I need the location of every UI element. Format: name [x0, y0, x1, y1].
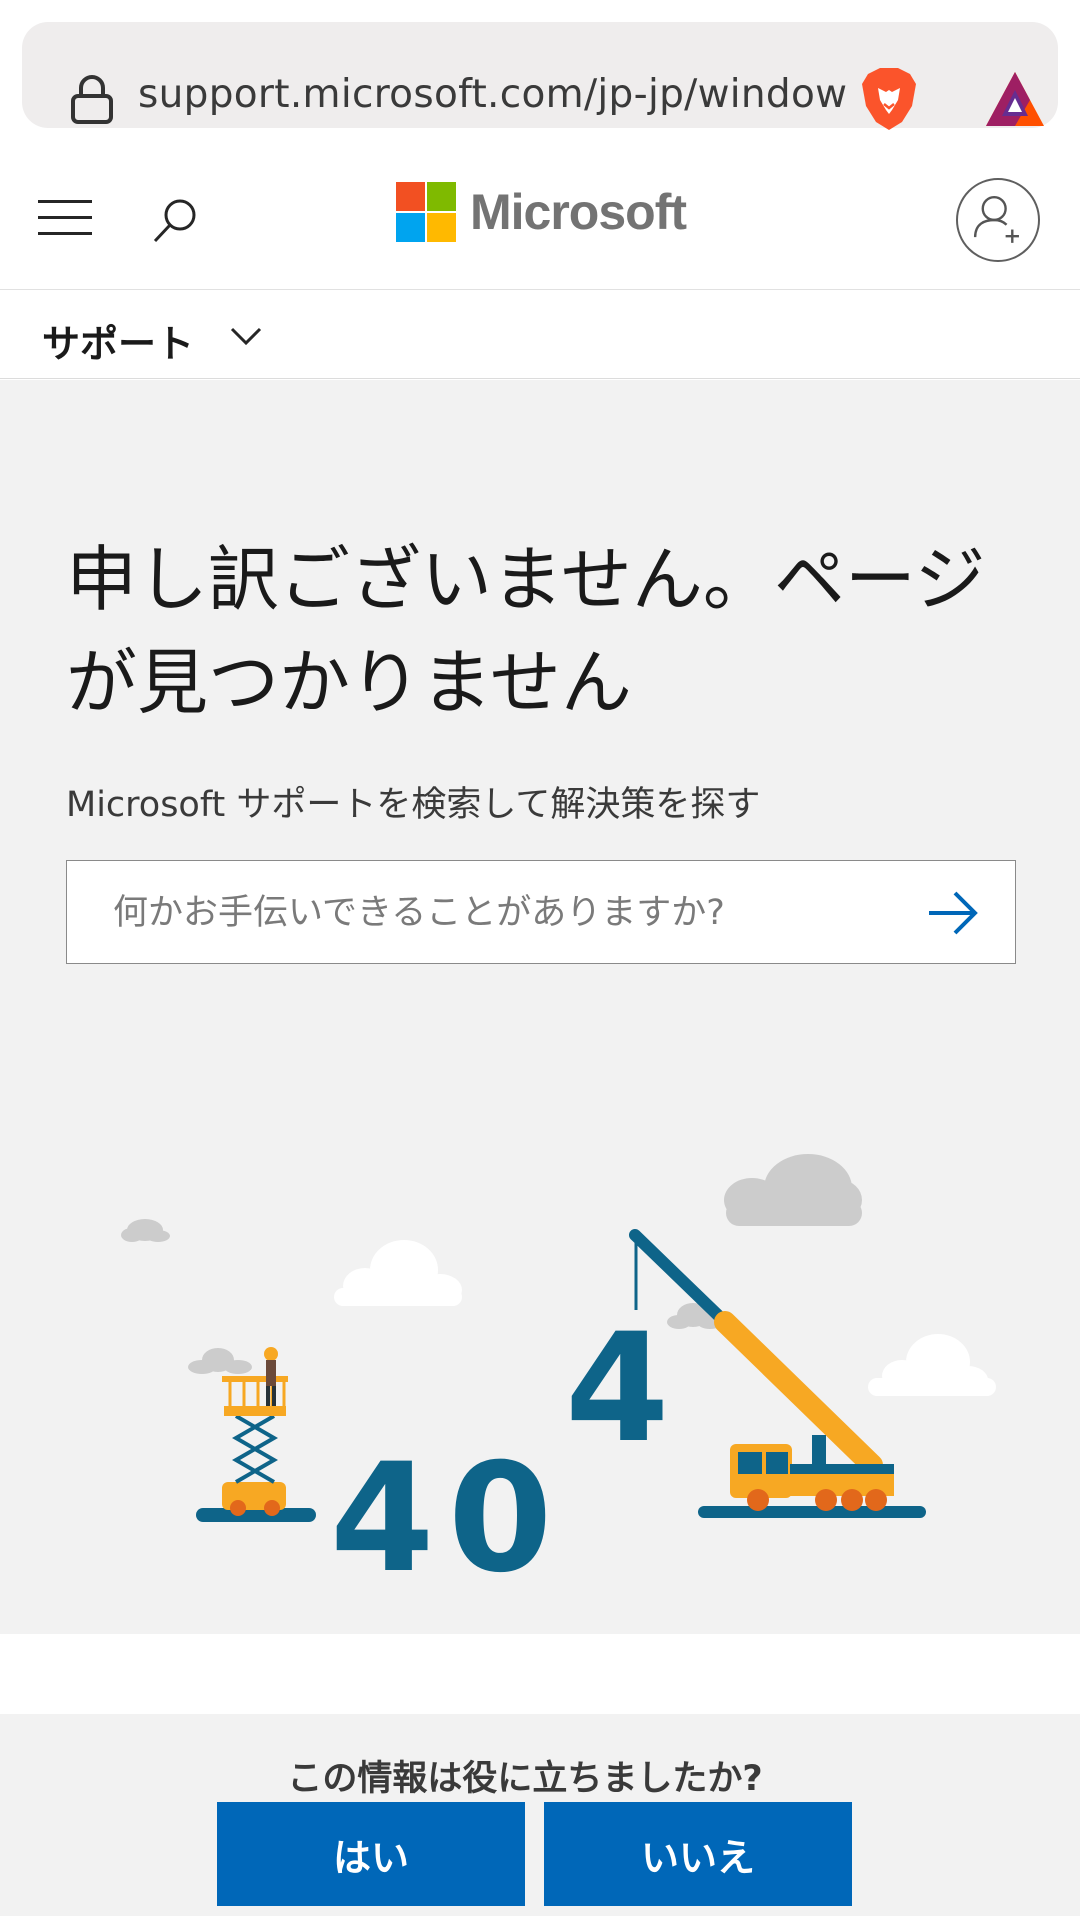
browser-toolbar: support.microsoft.com/jp-jp/window [0, 0, 1080, 150]
feedback-no-button[interactable]: いいえ [544, 1802, 852, 1906]
digit-0: 0 [448, 1432, 552, 1600]
search-box [66, 860, 1016, 964]
account-add-icon[interactable] [956, 178, 1040, 262]
support-menu-label[interactable]: サポート [42, 313, 194, 368]
hamburger-menu-icon[interactable] [38, 198, 94, 238]
search-hint: Microsoft サポートを検索して解決策を探す [66, 785, 761, 825]
brand-name: Microsoft [470, 184, 687, 240]
error-content: 申し訳ございません。ページが見つかりません Microsoft サポートを検索し… [0, 380, 1080, 1634]
digit-4-raised: 4 [565, 1302, 669, 1476]
content-divider [0, 1634, 1080, 1714]
microsoft-logo[interactable]: Microsoft [396, 180, 687, 244]
digit-4-left: 4 [330, 1432, 434, 1600]
feedback-question: この情報は役に立ちましたか? [287, 1759, 763, 1799]
brave-lion-icon[interactable] [858, 66, 920, 132]
page-title: 申し訳ございません。ページが見つかりません [66, 538, 986, 724]
scissor-lift-icon [196, 1347, 316, 1522]
arrow-right-icon[interactable] [925, 887, 981, 939]
support-nav: サポート [0, 291, 1080, 379]
lock-icon [71, 75, 113, 124]
404-illustration: 4 0 4 [121, 1154, 996, 1600]
microsoft-squares-icon [396, 182, 456, 242]
chevron-down-icon[interactable] [226, 321, 266, 351]
site-header: Microsoft [0, 150, 1080, 290]
search-icon[interactable] [150, 196, 200, 246]
feedback-section: この情報は役に立ちましたか? はい いいえ [0, 1714, 1080, 1916]
url-text[interactable]: support.microsoft.com/jp-jp/window [138, 72, 847, 117]
address-bar[interactable]: support.microsoft.com/jp-jp/window [22, 22, 1058, 130]
feedback-yes-button[interactable]: はい [217, 1802, 525, 1906]
bat-triangle-icon[interactable] [984, 70, 1046, 128]
search-input[interactable] [113, 885, 893, 941]
